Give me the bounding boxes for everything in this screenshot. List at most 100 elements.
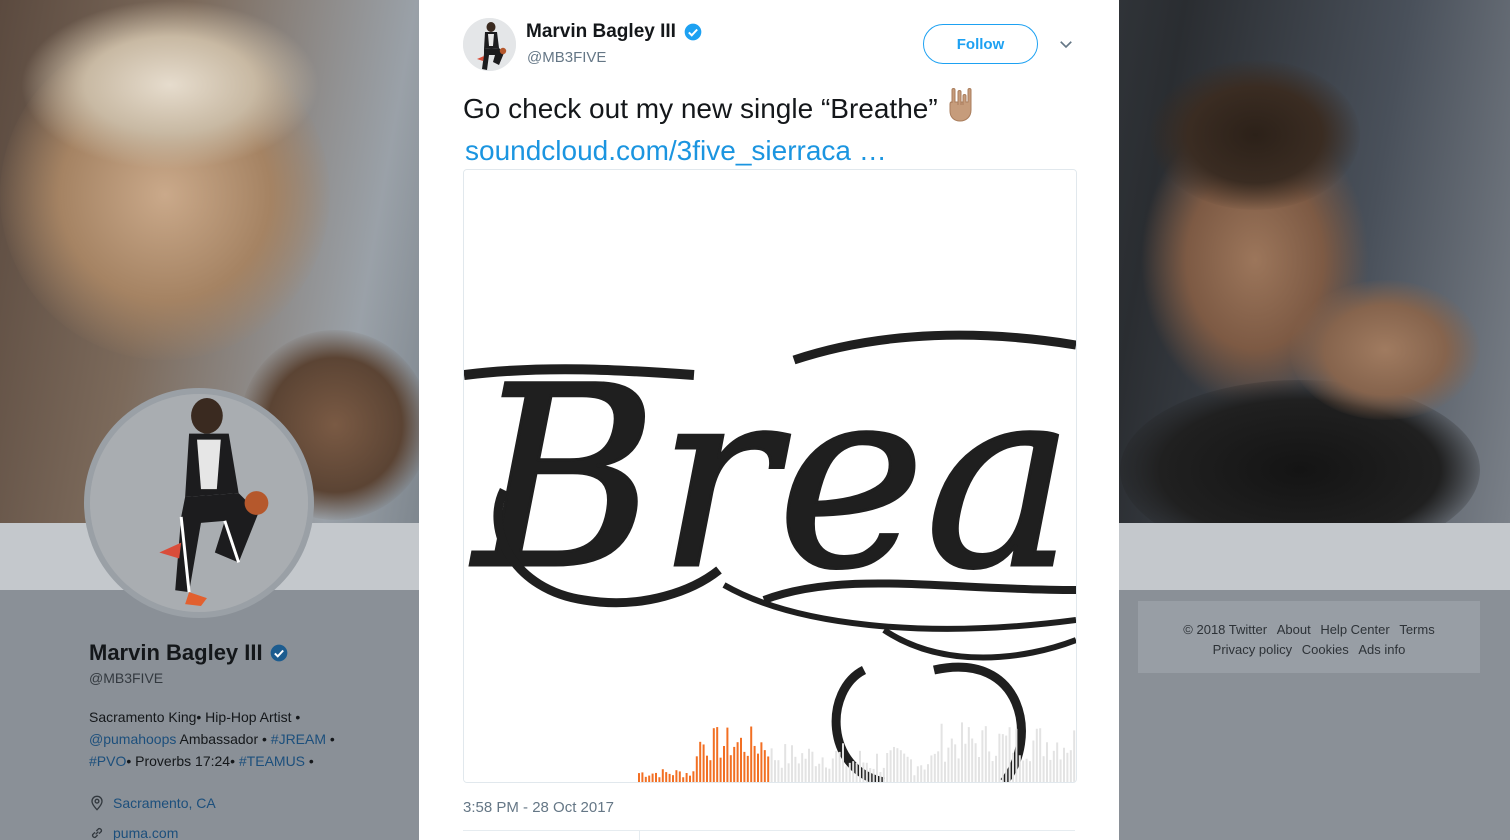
follow-button[interactable]: Follow bbox=[923, 24, 1038, 64]
waveform-bar[interactable] bbox=[1046, 742, 1048, 782]
waveform-bar[interactable] bbox=[1056, 742, 1059, 782]
footer-terms-link[interactable]: Terms bbox=[1399, 622, 1434, 637]
waveform-bar[interactable] bbox=[736, 742, 739, 782]
profile-location[interactable]: Sacramento, CA bbox=[89, 788, 409, 818]
waveform-bar[interactable] bbox=[658, 777, 661, 782]
waveform-bar[interactable] bbox=[668, 773, 671, 782]
bio-hashtag-link[interactable]: #JREAM bbox=[271, 731, 326, 747]
waveform-bar[interactable] bbox=[927, 764, 929, 782]
waveform-bar[interactable] bbox=[984, 726, 987, 782]
waveform-bar[interactable] bbox=[872, 768, 875, 782]
waveform-bar[interactable] bbox=[770, 748, 773, 782]
waveform-bar[interactable] bbox=[1052, 750, 1055, 782]
waveform-bar[interactable] bbox=[882, 767, 885, 782]
waveform-bar[interactable] bbox=[699, 741, 702, 782]
waveform-bar[interactable] bbox=[940, 723, 943, 782]
waveform-bar[interactable] bbox=[859, 750, 861, 782]
waveform-bar[interactable] bbox=[906, 756, 909, 782]
footer-ads-link[interactable]: Ads info bbox=[1358, 642, 1405, 657]
bio-mention-link[interactable]: @pumahoops bbox=[89, 731, 176, 747]
profile-avatar[interactable] bbox=[84, 388, 314, 618]
waveform-bar[interactable] bbox=[702, 744, 705, 782]
profile-website[interactable]: puma.com bbox=[89, 818, 409, 840]
waveform-bar[interactable] bbox=[1029, 761, 1031, 782]
waveform-bar[interactable] bbox=[651, 773, 654, 782]
waveform-bar[interactable] bbox=[648, 775, 651, 782]
waveform-bar[interactable] bbox=[964, 743, 967, 782]
waveform-bar[interactable] bbox=[729, 755, 732, 782]
waveform-bar[interactable] bbox=[842, 743, 844, 782]
waveform-bar[interactable] bbox=[1073, 730, 1076, 782]
soundcloud-card[interactable]: Breathe bbox=[463, 169, 1077, 783]
waveform-bar[interactable] bbox=[893, 746, 895, 782]
waveform-bar[interactable] bbox=[753, 745, 756, 782]
footer-cookies-link[interactable]: Cookies bbox=[1302, 642, 1349, 657]
waveform-bar[interactable] bbox=[835, 750, 838, 782]
waveform-bar[interactable] bbox=[869, 768, 872, 782]
waveform-bar[interactable] bbox=[933, 753, 936, 782]
waveform-bar[interactable] bbox=[746, 755, 749, 782]
tweet-author-handle[interactable]: @MB3FIVE bbox=[527, 49, 606, 66]
waveform-bar[interactable] bbox=[910, 759, 912, 782]
waveform-bar[interactable] bbox=[974, 743, 977, 782]
waveform-bar[interactable] bbox=[1066, 752, 1069, 782]
waveform-bar[interactable] bbox=[1039, 728, 1042, 782]
waveform-bar[interactable] bbox=[672, 775, 674, 782]
waveform-bar[interactable] bbox=[777, 760, 780, 782]
waveform-bar[interactable] bbox=[930, 755, 933, 782]
waveform-bar[interactable] bbox=[706, 755, 708, 782]
waveform-bar[interactable] bbox=[845, 766, 848, 782]
footer-about-link[interactable]: About bbox=[1277, 622, 1311, 637]
waveform-bar[interactable] bbox=[818, 763, 821, 782]
waveform-bar[interactable] bbox=[774, 760, 776, 782]
waveform-bar[interactable] bbox=[978, 756, 980, 782]
waveform-bar[interactable] bbox=[916, 766, 919, 782]
waveform-bar[interactable] bbox=[801, 753, 804, 782]
bio-hashtag-link[interactable]: #TEAMUS bbox=[239, 753, 305, 769]
waveform-bar[interactable] bbox=[947, 747, 950, 782]
waveform-bar[interactable] bbox=[695, 756, 698, 782]
waveform-bar[interactable] bbox=[1018, 755, 1021, 782]
waveform-bar[interactable] bbox=[1005, 735, 1008, 782]
waveform-bar[interactable] bbox=[937, 751, 940, 782]
waveform-bar[interactable] bbox=[740, 737, 742, 782]
waveform-bar[interactable] bbox=[763, 750, 766, 782]
waveform-bar[interactable] bbox=[808, 748, 810, 782]
waveform-bar[interactable] bbox=[712, 728, 715, 782]
waveform-bar[interactable] bbox=[998, 733, 1001, 782]
waveform-bar[interactable] bbox=[889, 750, 892, 782]
waveform-bar[interactable] bbox=[719, 757, 722, 782]
waveform-bar[interactable] bbox=[784, 744, 787, 782]
waveform-bar[interactable] bbox=[638, 773, 640, 782]
waveform-bar[interactable] bbox=[981, 730, 984, 782]
waveform-bar[interactable] bbox=[971, 738, 974, 782]
waveform-bar[interactable] bbox=[743, 751, 746, 782]
waveform-bar[interactable] bbox=[879, 772, 882, 782]
waveform-bar[interactable] bbox=[685, 773, 688, 782]
waveform-bar[interactable] bbox=[709, 760, 712, 782]
waveform-bar[interactable] bbox=[1059, 759, 1062, 782]
waveform-bar[interactable] bbox=[726, 727, 729, 782]
tweet-author-avatar[interactable] bbox=[463, 18, 516, 71]
footer-help-link[interactable]: Help Center bbox=[1320, 622, 1389, 637]
waveform-bar[interactable] bbox=[954, 744, 957, 782]
waveform-bar[interactable] bbox=[991, 761, 994, 782]
waveform-bar[interactable] bbox=[899, 750, 902, 782]
waveform-bar[interactable] bbox=[723, 746, 725, 782]
waveform-bar[interactable] bbox=[1069, 750, 1072, 782]
waveform-bar[interactable] bbox=[855, 762, 858, 782]
waveform-bar[interactable] bbox=[804, 758, 807, 782]
waveform-bar[interactable] bbox=[787, 763, 790, 782]
waveform-bar[interactable] bbox=[757, 753, 759, 782]
waveform-bar[interactable] bbox=[692, 771, 695, 782]
tweet-timestamp[interactable]: 3:58 PM - 28 Oct 2017 bbox=[463, 799, 614, 816]
waveform-bar[interactable] bbox=[767, 756, 770, 782]
waveform-bar[interactable] bbox=[791, 745, 793, 782]
bio-hashtag-link[interactable]: #PVO bbox=[89, 753, 126, 769]
waveform-bar[interactable] bbox=[1008, 727, 1011, 782]
waveform-bar[interactable] bbox=[794, 756, 797, 782]
waveform-bar[interactable] bbox=[661, 769, 664, 782]
waveform-bar[interactable] bbox=[913, 775, 916, 782]
waveform-bar[interactable] bbox=[838, 751, 841, 782]
waveform-bar[interactable] bbox=[950, 738, 953, 782]
